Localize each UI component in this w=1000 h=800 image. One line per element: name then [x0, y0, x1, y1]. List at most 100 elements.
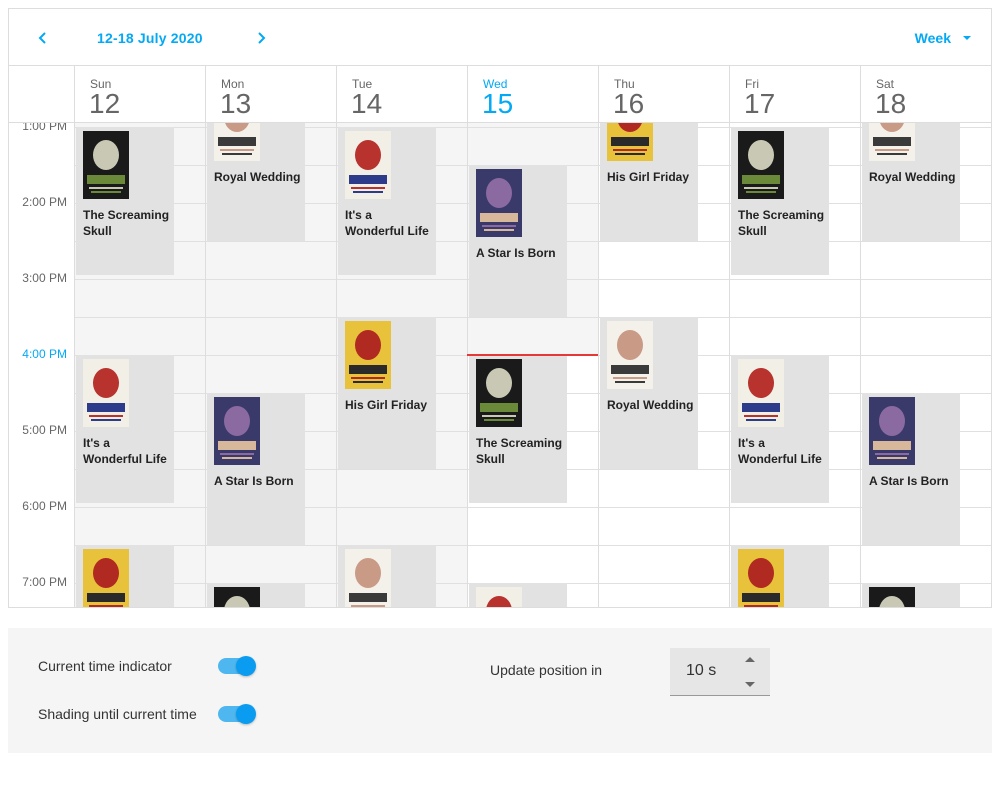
movie-poster-image — [607, 123, 653, 161]
chevron-right-icon — [258, 32, 266, 44]
time-label: 1:00 PM — [22, 123, 67, 133]
day-header-sat[interactable]: Sat 18 — [860, 66, 991, 123]
movie-poster-image — [476, 586, 522, 607]
appointment-title: The Screaming Skull — [476, 435, 563, 466]
appointment-title: It's a Wonderful Life — [83, 435, 167, 466]
time-label: 2:00 PM — [22, 194, 67, 209]
appointment[interactable]: Royal Wedding — [207, 123, 305, 241]
day-number: 14 — [351, 88, 383, 119]
day-number: 17 — [744, 88, 776, 119]
week-header: Sun 12 Mon 13 Tue 14 Wed 15 Thu 16 Fri 17 Sat 18 — [9, 66, 991, 123]
day-header-wed[interactable]: Wed 15 — [467, 66, 598, 123]
appointment[interactable]: It's a Wonderful Life — [469, 582, 567, 607]
appointment[interactable]: The Screaming Skull — [862, 582, 960, 607]
appointment[interactable]: A Star Is Born — [862, 392, 960, 545]
appointment-title: A Star Is Born — [476, 245, 556, 260]
date-range-navigator[interactable]: 12-18 July 2020 — [87, 23, 213, 53]
view-switcher-label: Week — [914, 30, 951, 46]
caret-down-icon — [963, 36, 971, 40]
current-time-indicator-label: Current time indicator — [38, 658, 172, 674]
appointment[interactable]: The Screaming Skull — [207, 582, 305, 607]
time-label: 5:00 PM — [22, 422, 67, 437]
movie-poster-image — [214, 586, 260, 607]
movie-poster-image — [214, 123, 260, 161]
settings-panel: Current time indicator Shading until cur… — [8, 628, 992, 753]
appointment-title: A Star Is Born — [214, 473, 294, 488]
movie-poster-image — [345, 320, 391, 389]
appointment[interactable]: A Star Is Born — [469, 164, 567, 317]
appointment[interactable]: His Girl Friday — [600, 123, 698, 241]
switch-knob — [236, 704, 256, 724]
update-position-label: Update position in — [490, 662, 603, 678]
appointment-title: The Screaming Skull — [738, 207, 825, 238]
time-label: 7:00 PM — [22, 574, 67, 589]
time-label: 3:00 PM — [22, 270, 67, 285]
movie-poster-image — [869, 586, 915, 607]
movie-poster-image — [83, 358, 129, 427]
day-header-thu[interactable]: Thu 16 — [598, 66, 729, 123]
movie-poster-image — [607, 320, 653, 389]
movie-poster-image — [345, 548, 391, 607]
day-header-sun[interactable]: Sun 12 — [74, 66, 205, 123]
movie-poster-image — [476, 358, 522, 427]
appointment[interactable]: The Screaming Skull — [731, 126, 829, 275]
prev-period-button[interactable] — [28, 23, 58, 53]
appointment-title: A Star Is Born — [869, 473, 949, 488]
current-time-indicator-switch[interactable] — [218, 656, 256, 676]
movie-poster-image — [869, 396, 915, 465]
movie-poster-image — [476, 168, 522, 237]
day-number: 15 — [482, 88, 514, 119]
day-number: 16 — [613, 88, 645, 119]
time-grid: 1:00 PM 2:00 PM 3:00 PM 4:00 PM 5:00 PM 6:00 … — [9, 123, 991, 607]
appointment-title: His Girl Friday — [345, 397, 428, 412]
appointment-title: His Girl Friday — [607, 169, 690, 184]
caret-down-icon — [745, 681, 755, 687]
day-header-mon[interactable]: Mon 13 — [205, 66, 336, 123]
movie-poster-image — [214, 396, 260, 465]
decrement-button[interactable] — [744, 679, 756, 689]
appointment-title: The Screaming Skull — [83, 207, 170, 238]
appointment[interactable]: A Star Is Born — [207, 392, 305, 545]
appointment-title: Royal Wedding — [607, 397, 694, 412]
appointment[interactable]: His Girl Friday — [731, 544, 829, 607]
next-period-button[interactable] — [246, 23, 276, 53]
scheduler-toolbar: 12-18 July 2020 Week — [9, 9, 991, 66]
appointment[interactable]: It's a Wonderful Life — [76, 354, 174, 503]
switch-knob — [236, 656, 256, 676]
appointment[interactable]: Royal Wedding — [862, 123, 960, 241]
shading-label: Shading until current time — [38, 706, 197, 722]
update-interval-stepper[interactable]: 10 s — [670, 648, 770, 696]
appointment[interactable]: It's a Wonderful Life — [731, 354, 829, 503]
movie-poster-image — [869, 123, 915, 161]
appointment-title: It's a Wonderful Life — [345, 207, 429, 238]
appointment[interactable]: Royal Wedding — [338, 544, 436, 607]
appointment[interactable]: The Screaming Skull — [469, 354, 567, 503]
day-number: 12 — [89, 88, 121, 119]
appointment-title: It's a Wonderful Life — [738, 435, 822, 466]
day-number: 18 — [875, 88, 907, 119]
appointment[interactable]: His Girl Friday — [76, 544, 174, 607]
increment-button[interactable] — [744, 654, 756, 664]
movie-poster-image — [738, 130, 784, 199]
shading-switch[interactable] — [218, 704, 256, 724]
day-number: 13 — [220, 88, 252, 119]
appointment-title: Royal Wedding — [214, 169, 301, 184]
appointment[interactable]: Royal Wedding — [600, 316, 698, 469]
day-header-tue[interactable]: Tue 14 — [336, 66, 467, 123]
movie-poster-image — [345, 130, 391, 199]
chevron-left-icon — [38, 32, 46, 44]
day-header-fri[interactable]: Fri 17 — [729, 66, 860, 123]
time-label: 4:00 PM — [22, 346, 67, 361]
movie-poster-image — [738, 548, 784, 607]
appointment[interactable]: The Screaming Skull — [76, 126, 174, 275]
scheduler: 12-18 July 2020 Week Sun 12 Mon 13 Tue 14 Wed 1… — [8, 8, 992, 608]
appointment[interactable]: It's a Wonderful Life — [338, 126, 436, 275]
appointment[interactable]: His Girl Friday — [338, 316, 436, 469]
view-switcher-dropdown[interactable]: Week — [915, 23, 971, 53]
time-label: 6:00 PM — [22, 498, 67, 513]
movie-poster-image — [83, 548, 129, 607]
appointment-title: Royal Wedding — [869, 169, 956, 184]
current-time-indicator — [467, 353, 598, 356]
caret-up-icon — [745, 656, 755, 662]
movie-poster-image — [738, 358, 784, 427]
